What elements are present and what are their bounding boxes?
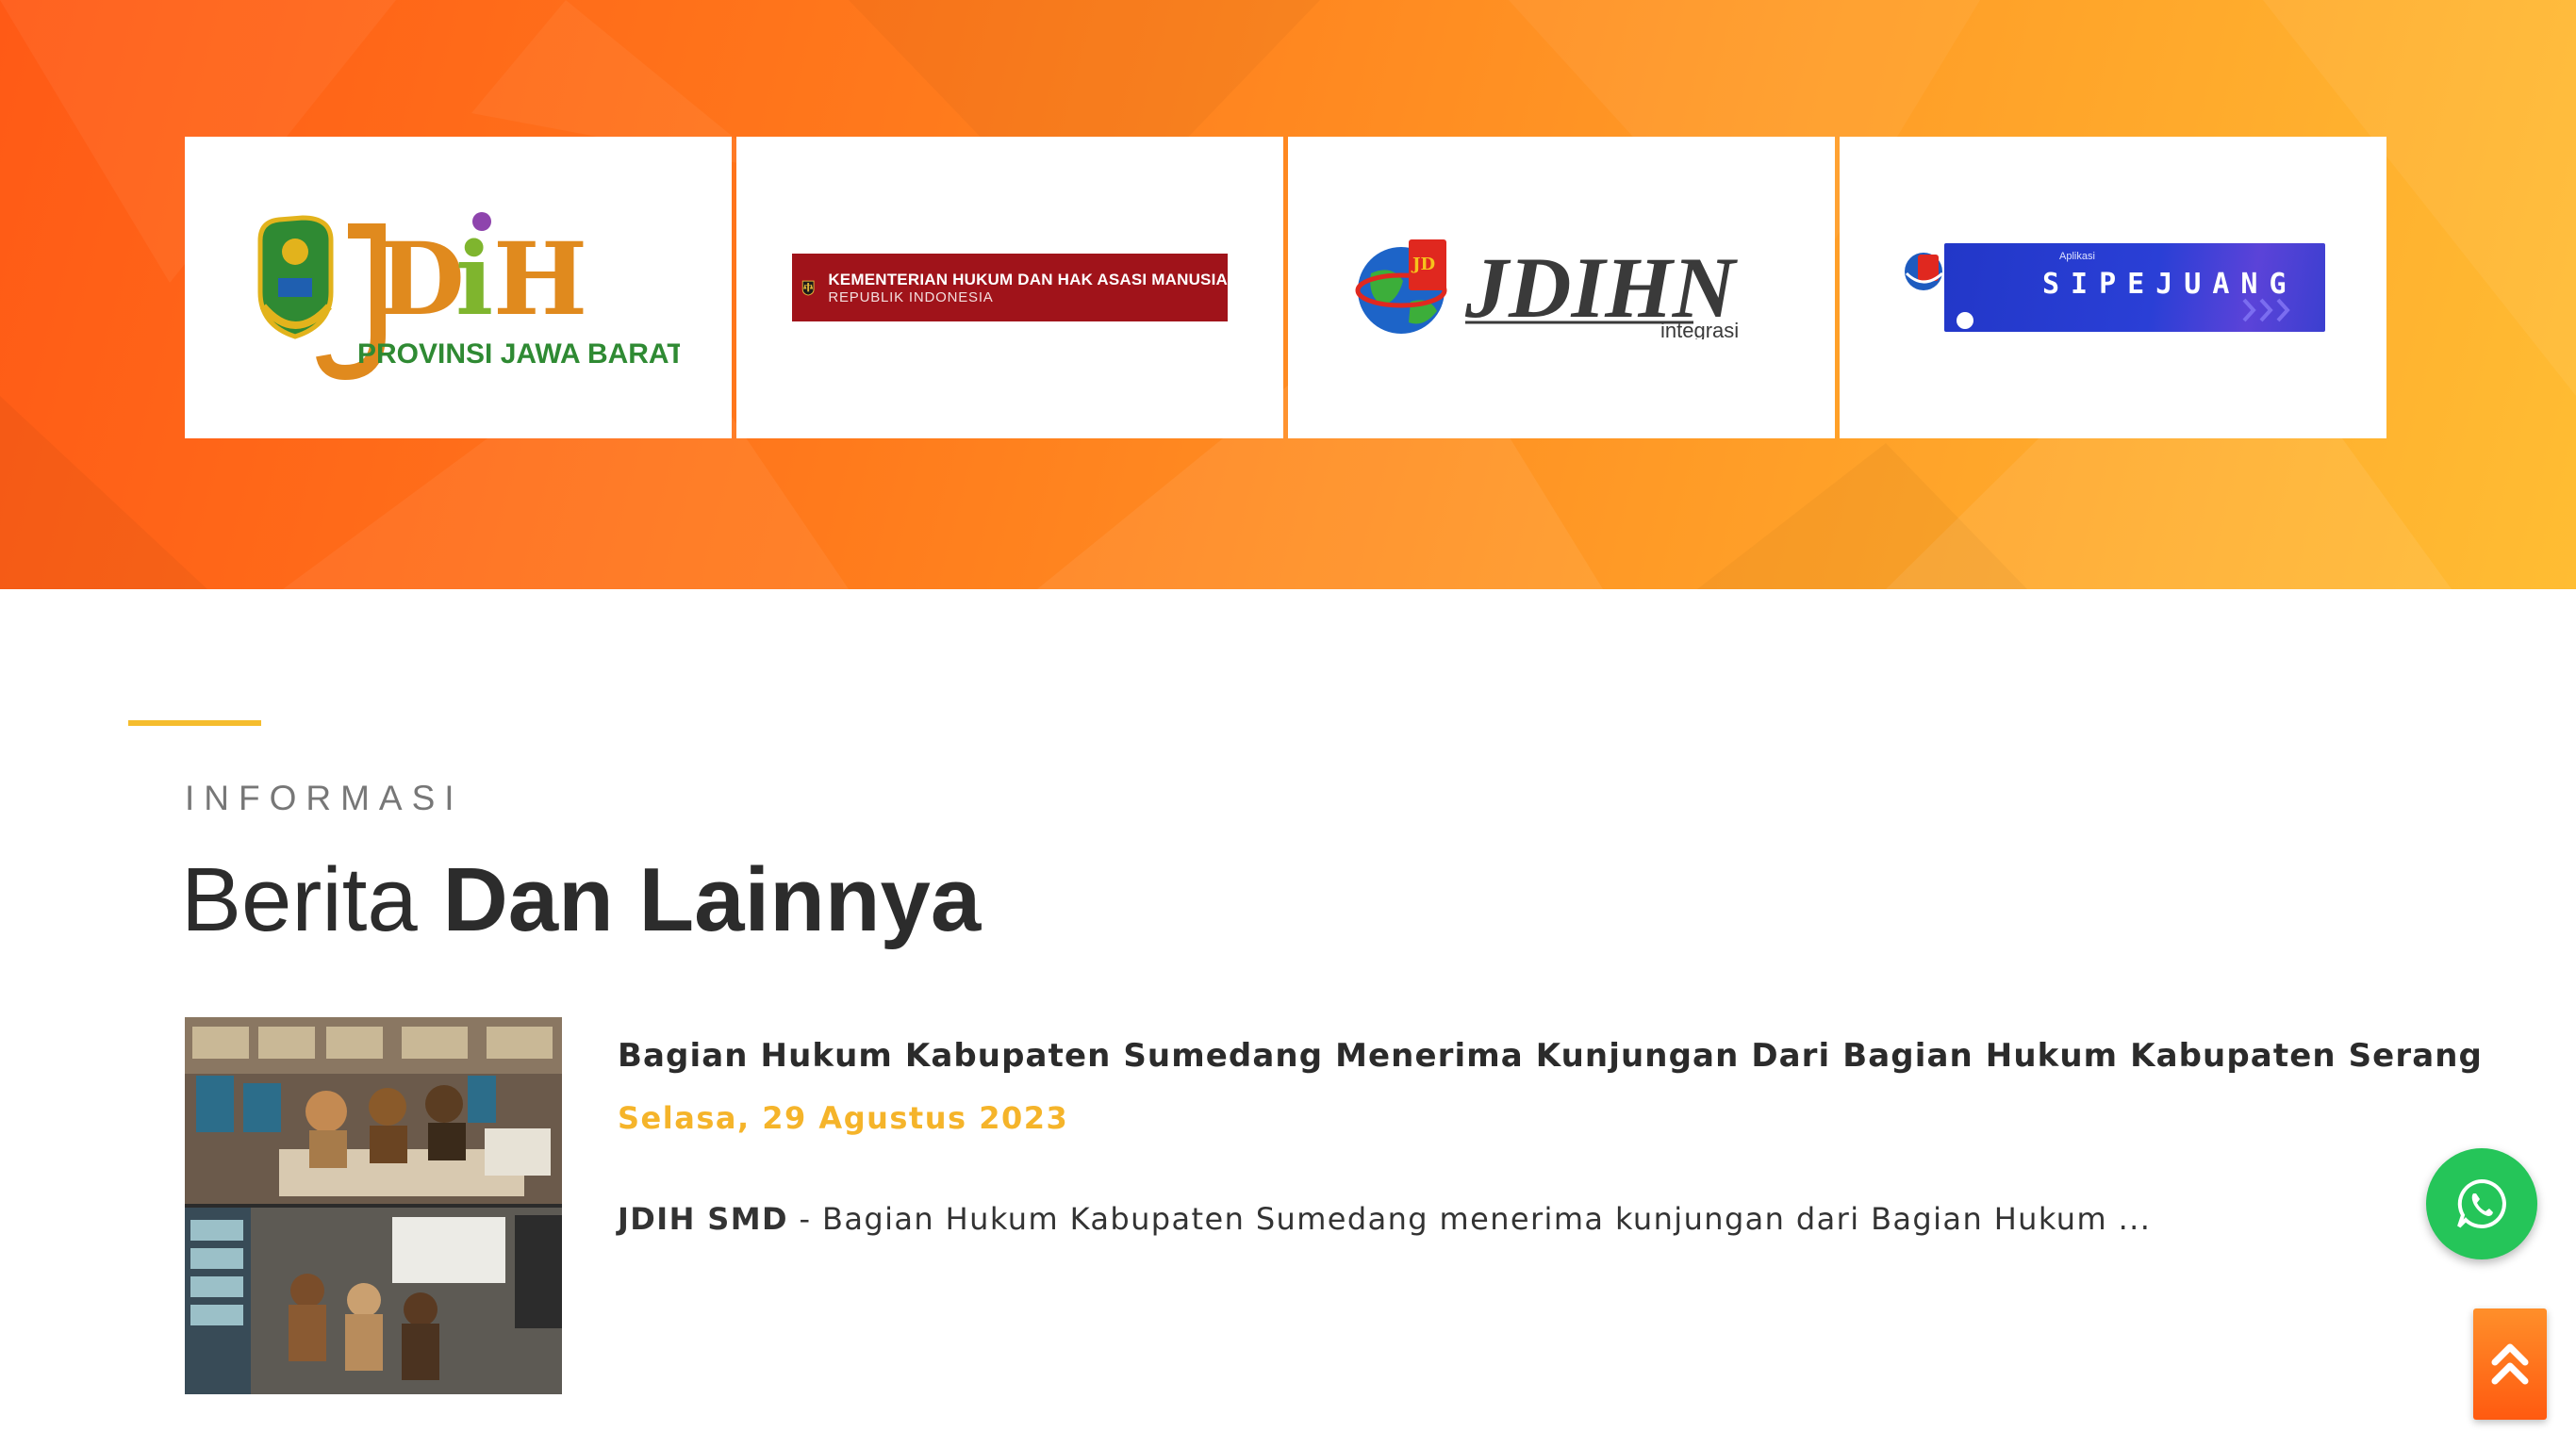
west-java-emblem-icon xyxy=(257,215,334,339)
jdih-wordmark-i: i xyxy=(455,220,493,337)
partner-card-jdihn[interactable]: JD JDIHN integrasi xyxy=(1288,137,1835,438)
sipejuang-logo: Aplikasi SIPEJUANG xyxy=(1901,243,2325,332)
news-source: JDIH SMD xyxy=(618,1201,788,1237)
news-thumbnail[interactable] xyxy=(185,1017,562,1394)
section-label: INFORMASI xyxy=(185,779,464,817)
ring-icon xyxy=(1957,312,1973,329)
jdih-jabar-logo: D i H PROVINSI JAWA BARAT xyxy=(257,212,680,381)
news-date: Selasa, 29 Agustus 2023 xyxy=(618,1100,1069,1136)
news-excerpt-text: - Bagian Hukum Kabupaten Sumedang meneri… xyxy=(787,1201,2152,1237)
sumedang-emblem-icon xyxy=(1905,253,1944,290)
news-photo-collage xyxy=(185,1017,562,1394)
news-excerpt: JDIH SMD - Bagian Hukum Kabupaten Sumeda… xyxy=(618,1201,2151,1237)
partner-card-kemenkumham[interactable]: KEMENTERIAN HUKUM DAN HAK ASASI MANUSIA … xyxy=(736,137,1283,438)
double-chevron-up-icon xyxy=(2491,1343,2529,1385)
kemenkumham-name: KEMENTERIAN HUKUM DAN HAK ASASI MANUSIA xyxy=(828,270,1228,288)
section-title-bold: Dan Lainnya xyxy=(442,849,982,950)
sipejuang-main-label: SIPEJUANG xyxy=(2042,268,2298,301)
partner-banner: D i H PROVINSI JAWA BARAT KEMENTERIAN HU… xyxy=(0,0,2576,589)
section-title-light: Berita xyxy=(181,849,418,950)
kemenkumham-emblem-icon xyxy=(801,280,815,296)
jdih-wordmark-h: H xyxy=(493,220,587,337)
jdih-jabar-subtitle: PROVINSI JAWA BARAT xyxy=(357,338,680,370)
back-to-top-button[interactable] xyxy=(2473,1308,2547,1420)
kemenkumham-logo: KEMENTERIAN HUKUM DAN HAK ASASI MANUSIA … xyxy=(792,254,1228,321)
globe-icon: JD xyxy=(1355,239,1447,334)
partner-card-sipejuang[interactable]: Aplikasi SIPEJUANG xyxy=(1840,137,2386,438)
sipejuang-small-label: Aplikasi xyxy=(2059,251,2095,262)
section-title: Berita Dan Lainnya xyxy=(181,848,981,952)
news-title-link[interactable]: Bagian Hukum Kabupaten Sumedang Menerima… xyxy=(618,1037,2483,1075)
jdih-wordmark: D xyxy=(378,220,465,337)
kemenkumham-country: REPUBLIK INDONESIA xyxy=(828,288,994,305)
whatsapp-icon xyxy=(2457,1178,2506,1228)
svg-text:JD: JD xyxy=(1411,255,1435,274)
jdihn-logo: JD JDIHN integrasi xyxy=(1355,239,1739,339)
jdihn-subtitle: integrasi xyxy=(1660,319,1739,339)
whatsapp-button[interactable] xyxy=(2426,1148,2537,1259)
partner-card-jdih-jabar[interactable]: D i H PROVINSI JAWA BARAT xyxy=(185,137,732,438)
section-accent-line xyxy=(128,720,261,726)
